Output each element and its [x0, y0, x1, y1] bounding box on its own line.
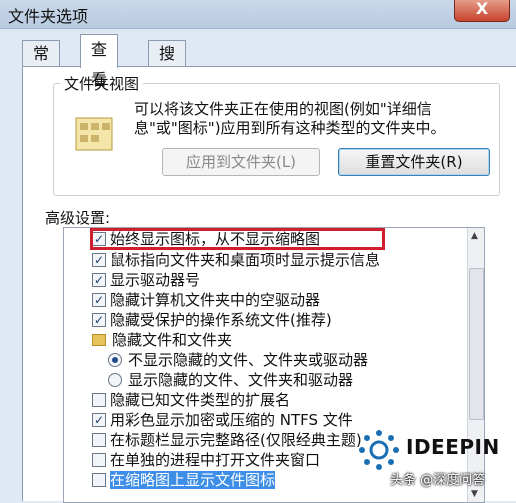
list-item-label: 显示隐藏的文件、文件夹和驱动器 — [128, 371, 354, 389]
checkbox[interactable]: ✓ — [92, 312, 106, 327]
checkbox[interactable] — [92, 472, 106, 487]
radio-button[interactable] — [108, 372, 122, 387]
checkbox[interactable]: ✓ — [92, 252, 106, 267]
list-item[interactable]: ✓ 鼠标指向文件夹和桌面项时显示提示信息 — [92, 250, 380, 270]
watermark: IDEEPIN 头条 @深度问答 — [354, 415, 504, 495]
list-item-label: 用彩色显示加密或压缩的 NTFS 文件 — [110, 411, 353, 429]
list-item[interactable]: ✓ 隐藏计算机文件夹中的空驱动器 — [92, 290, 320, 310]
highlight-box — [90, 228, 385, 250]
list-item[interactable]: ✓ 隐藏受保护的操作系统文件(推荐) — [92, 310, 332, 330]
list-item[interactable]: 在缩略图上显示文件图标 — [92, 470, 276, 490]
checkbox[interactable] — [92, 452, 106, 467]
watermark-brand: IDEEPIN — [406, 435, 500, 459]
watermark-caption: 头条 @深度问答 — [390, 473, 486, 488]
list-item: 隐藏文件和文件夹 — [92, 330, 232, 350]
list-item[interactable]: 显示隐藏的文件、文件夹和驱动器 — [108, 370, 353, 390]
checkbox[interactable]: ✓ — [92, 272, 106, 287]
list-item[interactable]: 在单独的进程中打开文件夹窗口 — [92, 450, 320, 470]
checkbox[interactable]: ✓ — [92, 292, 106, 307]
list-item-label: 隐藏已知文件类型的扩展名 — [110, 391, 291, 409]
folder-views-description: 可以将该文件夹正在使用的视图(例如"详细信息"或"图标")应用到所有这种类型的文… — [134, 100, 446, 137]
folder-icon — [92, 333, 106, 346]
folder-views-icon — [75, 117, 113, 151]
watermark-logo-icon — [359, 430, 399, 470]
tab-view[interactable]: 查看 — [80, 34, 119, 89]
list-item-label: 隐藏计算机文件夹中的空驱动器 — [110, 291, 321, 309]
list-item-label: 不显示隐藏的文件、文件夹或驱动器 — [128, 351, 369, 369]
list-item[interactable]: 不显示隐藏的文件、文件夹或驱动器 — [108, 350, 368, 370]
list-item-label: 在标题栏显示完整路径(仅限经典主题) — [110, 431, 362, 449]
title-bar: 文件夹选项 X — [0, 0, 516, 29]
list-item-label: 隐藏受保护的操作系统文件(推荐) — [110, 311, 332, 329]
close-icon: X — [475, 0, 489, 18]
list-item[interactable]: 隐藏已知文件类型的扩展名 — [92, 390, 290, 410]
list-item[interactable]: ✓ 用彩色显示加密或压缩的 NTFS 文件 — [92, 410, 353, 430]
close-button[interactable]: X — [454, 0, 510, 22]
window-title: 文件夹选项 — [8, 7, 89, 26]
checkbox[interactable] — [92, 392, 106, 407]
radio-button[interactable] — [108, 352, 122, 367]
checkbox[interactable] — [92, 432, 106, 447]
checkbox[interactable]: ✓ — [92, 412, 106, 427]
tab-general[interactable]: 常规 — [22, 40, 61, 89]
tab-search[interactable]: 搜索 — [148, 40, 187, 89]
list-item[interactable]: 在标题栏显示完整路径(仅限经典主题) — [92, 430, 362, 450]
list-item-label: 隐藏文件和文件夹 — [112, 331, 233, 349]
list-item-label: 在缩略图上显示文件图标 — [110, 471, 276, 489]
scroll-up-icon[interactable]: ▲ — [471, 231, 478, 241]
apply-to-folders-button[interactable]: 应用到文件夹(L) — [162, 148, 320, 176]
advanced-settings-label: 高级设置: — [45, 209, 111, 227]
folder-views-group: 文件夹视图 可以将该文件夹正在使用的视图(例如"详细信息"或"图标")应用到所有… — [53, 73, 500, 196]
list-item[interactable]: ✓ 显示驱动器号 — [92, 270, 200, 290]
reset-folders-button[interactable]: 重置文件夹(R) — [338, 148, 490, 176]
list-item-label: 鼠标指向文件夹和桌面项时显示提示信息 — [110, 251, 381, 269]
list-item-label: 显示驱动器号 — [110, 271, 201, 289]
scroll-thumb[interactable] — [469, 268, 484, 420]
list-item-label: 在单独的进程中打开文件夹窗口 — [110, 451, 321, 469]
